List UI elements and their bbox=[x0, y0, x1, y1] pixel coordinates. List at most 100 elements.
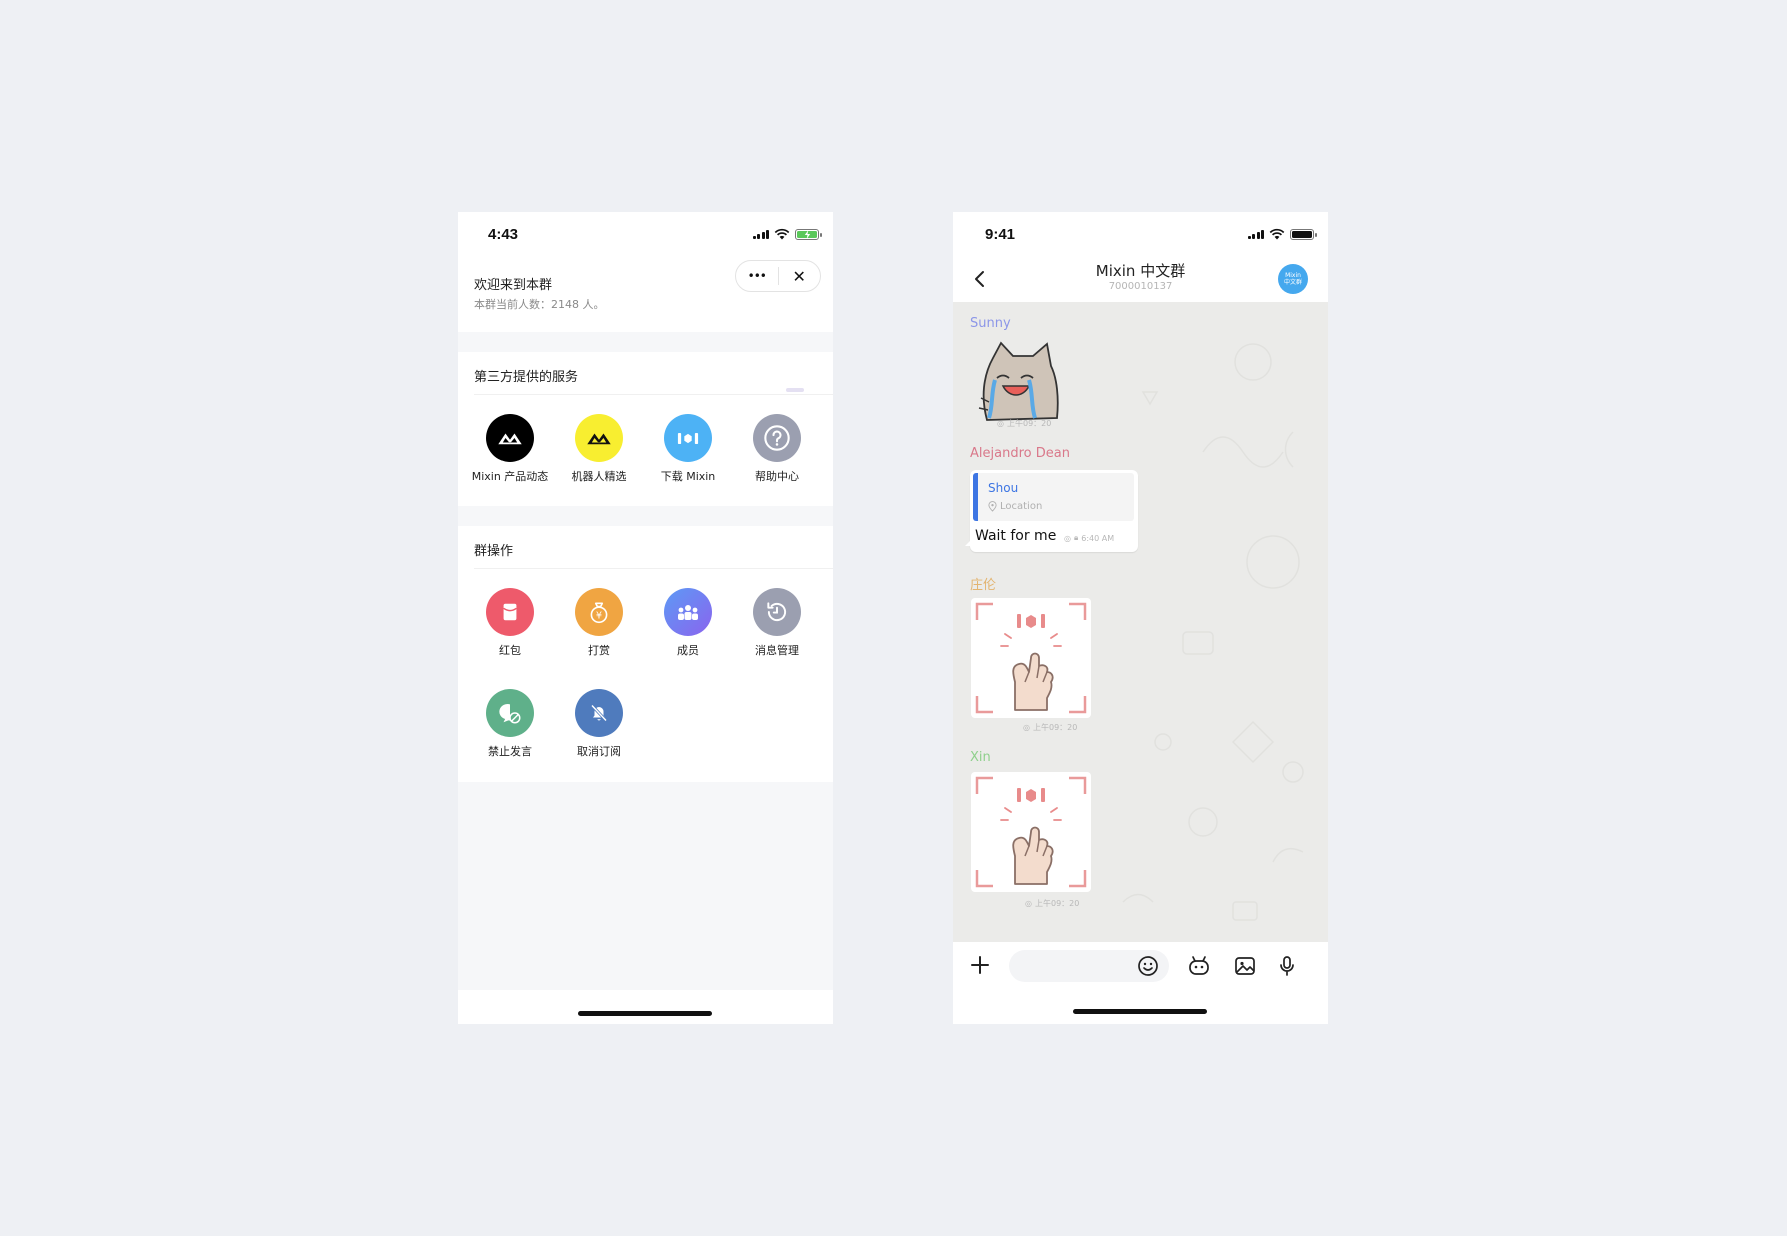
signal-icon bbox=[1247, 229, 1264, 239]
wifi-icon bbox=[774, 228, 790, 240]
services-section: 第三方提供的服务 Mixin 产品动态 机器人精选 下载 Mixin 帮助中心 bbox=[458, 352, 833, 506]
more-button[interactable]: ••• bbox=[736, 261, 778, 291]
chat-id: 7000010137 bbox=[1108, 281, 1173, 292]
section-gap bbox=[458, 506, 833, 526]
finger-heart-icon bbox=[975, 776, 1087, 888]
home-area bbox=[953, 990, 1328, 1024]
op-label: 消息管理 bbox=[755, 644, 799, 657]
status-time: 4:43 bbox=[488, 226, 519, 243]
message-time: ◎ 上午09：20 bbox=[1023, 722, 1077, 733]
group-welcome-title: 欢迎来到本群 bbox=[474, 278, 553, 293]
service-mixin-news[interactable]: Mixin 产品动态 bbox=[465, 414, 555, 484]
time-text: 上午09：20 bbox=[1032, 723, 1078, 732]
read-receipt-icon: ◎ bbox=[1025, 899, 1032, 908]
time-text: 上午09：20 bbox=[1006, 419, 1052, 428]
crying-cat-sticker[interactable] bbox=[971, 338, 1061, 428]
op-reward[interactable]: ¥ 打赏 bbox=[554, 588, 644, 658]
message-text: Wait for me bbox=[975, 528, 1057, 544]
chat-nav-bar: Mixin 中文群 7000010137 Mixin 中文群 bbox=[953, 256, 1328, 302]
scroll-indicator bbox=[786, 388, 804, 392]
op-message-management[interactable]: 消息管理 bbox=[732, 588, 822, 658]
status-icons bbox=[752, 228, 822, 240]
time-text: 6:40 AM bbox=[1081, 533, 1115, 543]
svg-text:¥: ¥ bbox=[596, 611, 602, 622]
home-indicator[interactable] bbox=[1073, 1009, 1207, 1014]
signal-icon bbox=[752, 229, 769, 239]
message-input[interactable] bbox=[1009, 950, 1169, 982]
chat-screen: 9:41 Mixin 中文群 7000010137 Mixin 中文群 Sunn… bbox=[953, 212, 1328, 1024]
location-text: Location bbox=[1000, 501, 1043, 512]
service-download-mixin[interactable]: 下载 Mixin bbox=[643, 414, 733, 484]
group-info-screen: 4:43 欢迎来到本群 本群当前人数：2148 人。 ••• ✕ 第三方提供的服… bbox=[458, 212, 833, 1024]
close-button[interactable]: ✕ bbox=[779, 261, 821, 291]
microphone-button[interactable] bbox=[1275, 954, 1299, 978]
op-unsubscribe[interactable]: 取消订阅 bbox=[554, 689, 644, 759]
status-time: 9:41 bbox=[985, 226, 1016, 243]
chat-title: Mixin 中文群 bbox=[1095, 262, 1186, 280]
home-indicator[interactable] bbox=[578, 1011, 712, 1016]
finger-heart-sticker[interactable] bbox=[971, 772, 1091, 892]
emoji-button[interactable] bbox=[1137, 955, 1159, 977]
op-label: 打赏 bbox=[588, 644, 610, 657]
plus-button[interactable] bbox=[969, 954, 991, 976]
wifi-icon bbox=[1269, 228, 1285, 240]
read-receipt-icon: ◎ bbox=[997, 419, 1004, 428]
service-label: Mixin 产品动态 bbox=[471, 470, 549, 483]
group-avatar[interactable]: Mixin 中文群 bbox=[1278, 264, 1308, 294]
op-members[interactable]: 成员 bbox=[643, 588, 733, 658]
bot-button[interactable] bbox=[1187, 954, 1211, 978]
finger-heart-icon bbox=[975, 602, 1087, 714]
message-sender[interactable]: Sunny bbox=[970, 316, 1011, 331]
time-text: 上午09：20 bbox=[1034, 899, 1080, 908]
group-header: 欢迎来到本群 本群当前人数：2148 人。 ••• ✕ bbox=[458, 256, 833, 332]
help-icon bbox=[753, 414, 801, 462]
message-sender[interactable]: 庄伦 bbox=[970, 574, 996, 593]
image-button[interactable] bbox=[1233, 954, 1257, 978]
section-gap bbox=[458, 332, 833, 352]
message-time: ◎ 上午09：20 bbox=[997, 418, 1051, 429]
finger-heart-sticker[interactable] bbox=[971, 598, 1091, 718]
avatar-text: 中文群 bbox=[1283, 279, 1302, 286]
mixin-logo-icon bbox=[486, 414, 534, 462]
divider bbox=[474, 568, 833, 569]
service-help-center[interactable]: 帮助中心 bbox=[732, 414, 822, 484]
service-label: 帮助中心 bbox=[755, 470, 799, 483]
message-sender[interactable]: Xin bbox=[970, 750, 991, 765]
quoted-message[interactable]: Shou Location bbox=[973, 473, 1134, 521]
op-label: 红包 bbox=[499, 644, 521, 657]
group-ops-title: 群操作 bbox=[474, 544, 514, 559]
lock-icon: 🔒︎ bbox=[1073, 533, 1079, 542]
mini-app-capsule: ••• ✕ bbox=[735, 260, 821, 292]
bell-off-icon bbox=[575, 689, 623, 737]
quoted-sender: Shou bbox=[988, 481, 1019, 495]
mixin-download-icon bbox=[664, 414, 712, 462]
message-time: ◎ 🔒︎ 6:40 AM bbox=[1064, 533, 1114, 543]
op-label: 取消订阅 bbox=[577, 745, 621, 758]
location-pin-icon bbox=[988, 501, 997, 512]
members-icon bbox=[664, 588, 712, 636]
op-red-packet[interactable]: 红包 bbox=[465, 588, 555, 658]
op-mute[interactable]: 禁止发言 bbox=[465, 689, 555, 759]
chat-message-list[interactable]: Sunny ◎ 上午09：20 Alejandro Dean Shou Locat… bbox=[953, 302, 1328, 942]
service-label: 下载 Mixin bbox=[660, 470, 716, 483]
service-bot-picks[interactable]: 机器人精选 bbox=[554, 414, 644, 484]
group-member-count: 本群当前人数：2148 人。 bbox=[474, 298, 605, 311]
divider bbox=[474, 394, 833, 395]
red-packet-icon bbox=[486, 588, 534, 636]
status-bar: 4:43 bbox=[458, 212, 833, 256]
mute-chat-icon bbox=[486, 689, 534, 737]
reward-bag-icon: ¥ bbox=[575, 588, 623, 636]
status-bar: 9:41 bbox=[953, 212, 1328, 256]
quoted-location: Location bbox=[988, 501, 1042, 512]
services-title: 第三方提供的服务 bbox=[474, 370, 579, 385]
chat-input-bar bbox=[953, 942, 1328, 990]
message-time: ◎ 上午09：20 bbox=[1025, 898, 1079, 909]
battery-charging-icon bbox=[795, 228, 822, 240]
read-receipt-icon: ◎ bbox=[1023, 723, 1030, 732]
message-sender[interactable]: Alejandro Dean bbox=[970, 446, 1070, 461]
history-icon bbox=[753, 588, 801, 636]
op-label: 禁止发言 bbox=[488, 745, 532, 758]
status-icons bbox=[1247, 228, 1317, 240]
empty-area bbox=[458, 782, 833, 990]
message-bubble[interactable]: Shou Location Wait for me ◎ 🔒︎ 6:40 AM bbox=[965, 470, 1138, 552]
